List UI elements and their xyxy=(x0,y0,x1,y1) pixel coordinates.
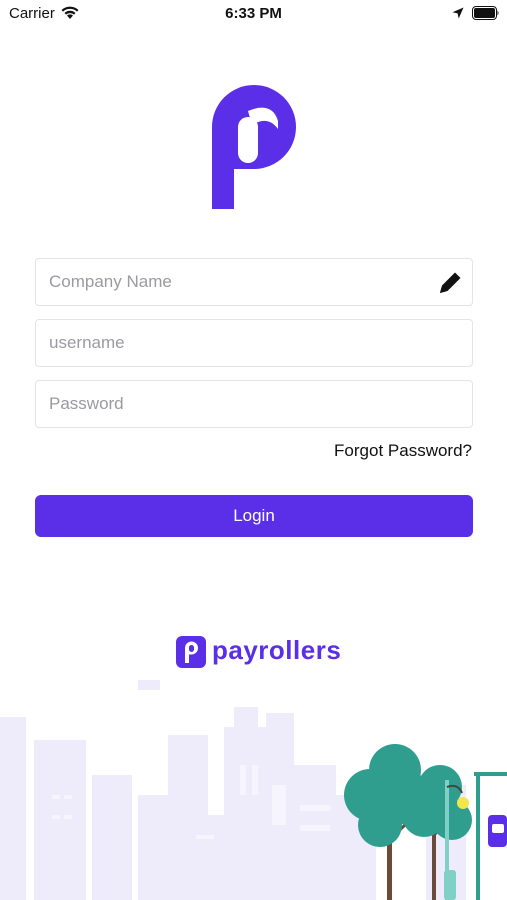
city-skyline-illustration xyxy=(0,680,507,900)
status-bar: Carrier 6:33 PM xyxy=(0,0,507,28)
payrollers-small-logo xyxy=(176,636,206,668)
app-logo xyxy=(212,85,296,209)
battery-icon xyxy=(472,6,499,20)
status-time: 6:33 PM xyxy=(225,5,282,22)
password-field[interactable] xyxy=(35,380,473,428)
company-name-field[interactable] xyxy=(35,258,473,306)
pencil-edit-icon[interactable] xyxy=(436,269,464,297)
login-button[interactable]: Login xyxy=(35,495,473,537)
bus-stop xyxy=(474,772,507,900)
password-input[interactable] xyxy=(36,381,472,427)
location-arrow-icon xyxy=(452,7,464,19)
company-name-input[interactable] xyxy=(36,259,472,305)
brand-name: payrollers xyxy=(212,635,342,665)
username-field[interactable] xyxy=(35,319,473,367)
forgot-password-link[interactable]: Forgot Password? xyxy=(334,441,472,461)
username-input[interactable] xyxy=(36,320,472,366)
